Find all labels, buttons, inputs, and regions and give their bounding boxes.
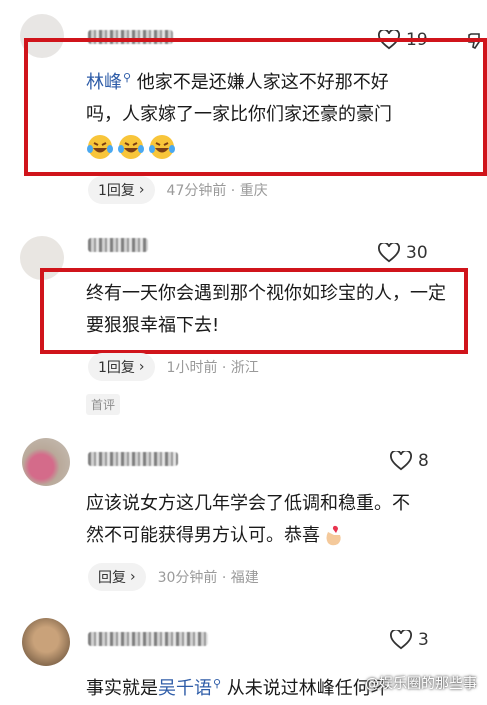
- username-blurred[interactable]: [88, 632, 208, 646]
- mention-link[interactable]: 吴千语⚲: [158, 677, 222, 699]
- comment-item-1: 19 林峰⚲ 他家不是还嫌人家这不好那不好吗，人家嫁了一家比你们家还豪的豪门 1…: [0, 0, 487, 215]
- chevron-right-icon: ›: [130, 569, 136, 585]
- like-button[interactable]: 3: [390, 630, 429, 650]
- chevron-right-icon: ›: [138, 182, 145, 198]
- timestamp-location: 30分钟前 · 福建: [157, 570, 259, 586]
- comment-meta: 1回复 › 1小时前 · 浙江: [88, 353, 259, 381]
- reply-button[interactable]: 回复 ›: [88, 563, 146, 591]
- comment-meta: 回复 › 30分钟前 · 福建: [88, 563, 259, 591]
- search-icon: ⚲: [213, 677, 222, 690]
- highlight-box: [40, 268, 468, 354]
- first-comment-badge: 首评: [86, 394, 121, 415]
- like-count: 30: [406, 243, 428, 263]
- highlight-box: [24, 38, 487, 176]
- username-blurred[interactable]: [88, 452, 178, 466]
- timestamp-location: 1小时前 · 浙江: [166, 360, 259, 376]
- like-count: 8: [418, 451, 429, 471]
- reply-button[interactable]: 1回复 ›: [88, 353, 155, 381]
- reply-button[interactable]: 1回复 ›: [88, 176, 155, 204]
- like-button[interactable]: 8: [390, 451, 429, 471]
- finger-heart-emoji-icon: [326, 525, 341, 546]
- heart-icon: [390, 451, 412, 471]
- username-blurred[interactable]: [88, 238, 148, 252]
- comment-meta: 1回复 › 47分钟前 · 重庆: [88, 176, 268, 204]
- avatar[interactable]: [22, 438, 70, 486]
- comment-text: 应该说女方这几年学会了低调和稳重。不然不可能获得男方认可。恭喜: [86, 493, 410, 546]
- like-button[interactable]: 30: [378, 243, 428, 263]
- timestamp-location: 47分钟前 · 重庆: [166, 183, 268, 199]
- heart-icon: [378, 243, 400, 263]
- like-count: 3: [418, 630, 429, 650]
- watermark: @娱乐圈的那些事: [365, 676, 477, 692]
- avatar[interactable]: [22, 618, 70, 666]
- heart-icon: [390, 630, 412, 650]
- chevron-right-icon: ›: [138, 359, 145, 375]
